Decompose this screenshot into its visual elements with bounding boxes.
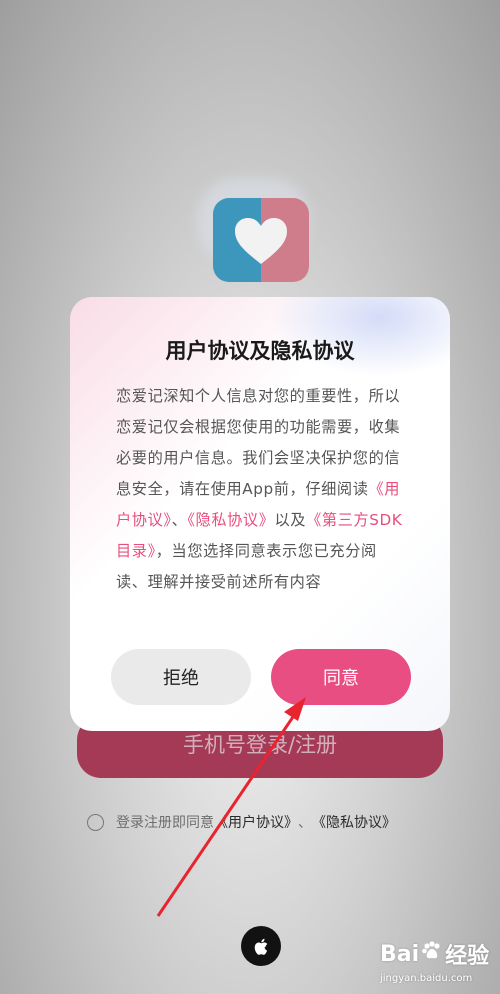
red-arrow-annotation <box>156 697 306 917</box>
